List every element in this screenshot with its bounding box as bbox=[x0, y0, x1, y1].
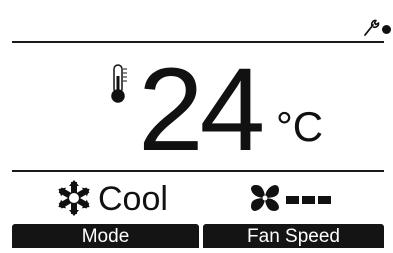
softkey-bar: Mode Fan Speed bbox=[12, 224, 384, 248]
fan-speed-level bbox=[286, 196, 331, 204]
thermostat-display: 24 °C Cool Mode Fan Speed bbox=[0, 0, 393, 253]
fan-level-bar bbox=[302, 196, 315, 204]
fan-speed-softkey[interactable]: Fan Speed bbox=[203, 224, 384, 248]
fan-icon bbox=[251, 185, 279, 211]
wrench-icon bbox=[364, 19, 380, 36]
status-divider bbox=[12, 41, 384, 43]
thermometer-icon bbox=[111, 64, 127, 103]
fan-level-bar bbox=[286, 196, 299, 204]
snowflake-icon bbox=[58, 180, 90, 216]
status-dot-icon bbox=[382, 25, 391, 34]
temperature-value: 24 bbox=[138, 44, 265, 176]
mode-divider bbox=[12, 170, 384, 172]
mode-label: Cool bbox=[98, 180, 168, 218]
temperature-unit: °C bbox=[276, 103, 324, 150]
mode-softkey[interactable]: Mode bbox=[12, 224, 199, 248]
fan-level-bar bbox=[318, 196, 331, 204]
